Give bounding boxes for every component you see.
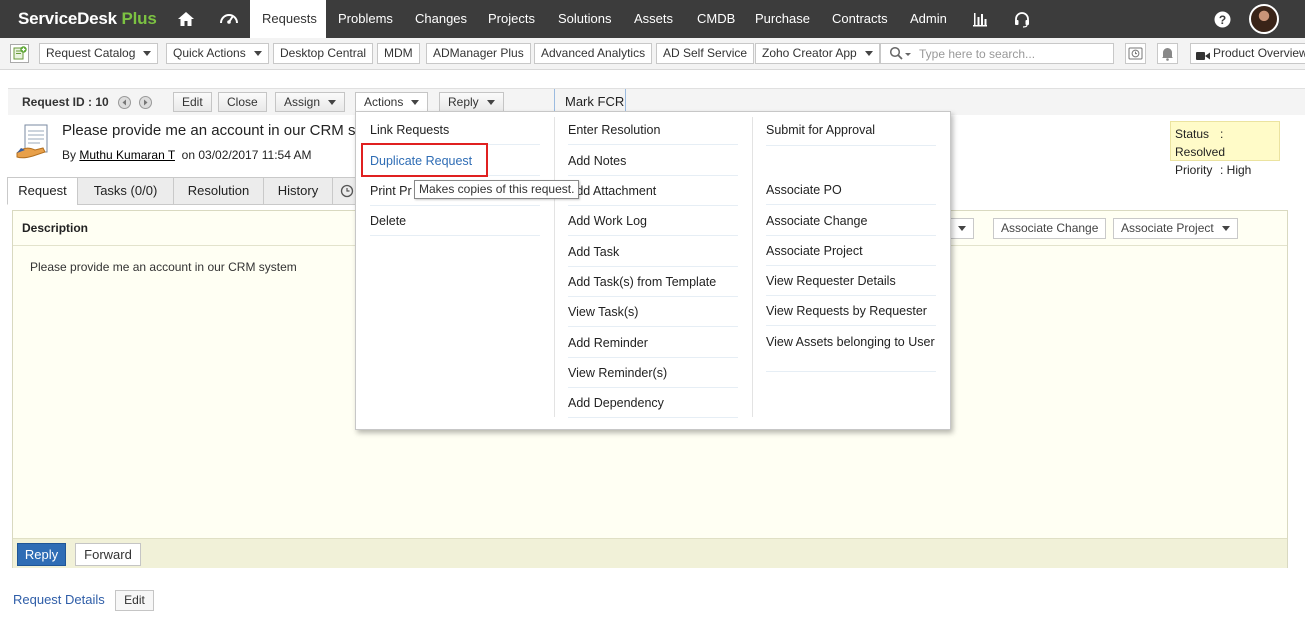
menu-view-tasks[interactable]: View Task(s) (568, 297, 738, 327)
menu-view-reminders[interactable]: View Reminder(s) (568, 358, 738, 388)
previous-request-icon[interactable] (118, 96, 131, 109)
menu-add-dependency[interactable]: Add Dependency (568, 388, 738, 418)
menu-enter-resolution[interactable]: Enter Resolution (568, 115, 738, 145)
menu-associate-project[interactable]: Associate Project (766, 236, 936, 266)
chevron-down-icon (958, 226, 966, 232)
desktop-central-link[interactable]: Desktop Central (273, 43, 374, 64)
mdm-link[interactable]: MDM (377, 43, 420, 64)
svg-text:?: ? (1218, 13, 1225, 27)
request-details-edit-button[interactable]: Edit (115, 590, 154, 611)
tab-resolution[interactable]: Resolution (173, 177, 264, 205)
assign-button[interactable]: Assign (275, 92, 346, 112)
nav-purchase[interactable]: Purchase (743, 0, 822, 38)
clock-icon (340, 184, 354, 198)
chevron-down-icon (253, 51, 262, 57)
menu-add-attachment[interactable]: Add Attachment (568, 176, 738, 206)
home-icon[interactable] (172, 0, 200, 38)
menu-add-notes[interactable]: Add Notes (568, 146, 738, 176)
next-request-icon[interactable] (139, 96, 152, 109)
zoho-creator-app-button[interactable]: Zoho Creator App (755, 43, 880, 64)
request-subject: Please provide me an account in our CRM … (62, 122, 363, 139)
chevron-down-icon (486, 100, 495, 106)
chevron-down-icon (864, 51, 873, 57)
search-box (880, 43, 1114, 64)
ad-self-service-link[interactable]: AD Self Service (656, 43, 755, 64)
admanager-plus-link[interactable]: ADManager Plus (426, 43, 531, 64)
menu-add-work-log[interactable]: Add Work Log (568, 206, 738, 236)
on-label: on (181, 148, 195, 162)
avatar[interactable] (1249, 4, 1279, 34)
chevron-down-icon (143, 51, 152, 57)
menu-associate-change[interactable]: Associate Change (766, 206, 936, 236)
menu-submit-for-approval[interactable]: Submit for Approval (766, 115, 936, 146)
nav-projects[interactable]: Projects (476, 0, 547, 38)
chevron-down-icon (411, 100, 420, 106)
product-overview-button[interactable]: Product Overview (1190, 43, 1305, 64)
brand-logo[interactable]: ServiceDesk Plus (18, 9, 157, 29)
menu-add-reminder[interactable]: Add Reminder (568, 328, 738, 358)
tab-request[interactable]: Request (7, 177, 78, 205)
request-details-link[interactable]: Request Details (13, 592, 105, 607)
menu-add-tasks-from-template[interactable]: Add Task(s) from Template (568, 267, 738, 297)
menu-link-requests[interactable]: Link Requests (370, 115, 540, 145)
request-catalog-button[interactable]: Request Catalog (39, 43, 159, 64)
quick-actions-button[interactable]: Quick Actions (166, 43, 269, 64)
top-navigation: ServiceDesk Plus Requests Problems Chang… (0, 0, 1305, 38)
reply-dropdown-button[interactable]: Reply (439, 92, 504, 112)
menu-delete[interactable]: Delete (370, 206, 540, 236)
status-label: Status (1175, 127, 1210, 141)
status-priority-box: Status: Resolved Priority: High (1170, 121, 1280, 177)
close-request-button[interactable]: Close (218, 92, 267, 112)
request-id-label: Request ID : 10 (22, 95, 109, 109)
menu-view-requester-details[interactable]: View Requester Details (766, 266, 936, 296)
nav-problems[interactable]: Problems (326, 0, 405, 38)
description-text: Please provide me an account in our CRM … (30, 260, 297, 274)
history-icon[interactable] (1125, 43, 1146, 64)
request-document-icon (15, 123, 53, 164)
request-date: 03/02/2017 11:54 AM (198, 148, 312, 162)
new-request-icon[interactable] (10, 44, 29, 63)
menu-view-requests-by-requester[interactable]: View Requests by Requester (766, 296, 936, 326)
nav-cmdb[interactable]: CMDB (685, 0, 747, 38)
dashboard-icon[interactable] (214, 0, 244, 38)
panel-footer: Reply Forward (13, 538, 1287, 568)
nav-assets[interactable]: Assets (622, 0, 685, 38)
priority-value: : High (1220, 163, 1252, 177)
reports-icon[interactable] (968, 0, 992, 38)
reply-button[interactable]: Reply (17, 543, 66, 566)
video-icon (1196, 48, 1210, 67)
chevron-down-icon (328, 100, 337, 106)
tab-history[interactable]: History (263, 177, 333, 205)
forward-button[interactable]: Forward (75, 543, 141, 566)
associate-change-button[interactable]: Associate Change (993, 218, 1107, 239)
search-icon[interactable] (889, 46, 913, 65)
secondary-toolbar: Request Catalog Quick Actions Desktop Ce… (0, 38, 1305, 70)
nav-changes[interactable]: Changes (403, 0, 479, 38)
nav-contracts[interactable]: Contracts (820, 0, 900, 38)
request-byline: By Muthu Kumaran T on 03/02/2017 11:54 A… (62, 148, 312, 162)
help-icon[interactable]: ? (1212, 0, 1232, 38)
menu-add-task[interactable]: Add Task (568, 237, 738, 267)
edit-button[interactable]: Edit (173, 92, 212, 112)
menu-view-assets-belonging-to-user[interactable]: View Assets belonging to User (766, 327, 936, 372)
search-input[interactable] (919, 45, 1109, 62)
nav-admin[interactable]: Admin (898, 0, 959, 38)
menu-divider (554, 117, 555, 417)
tooltip: Makes copies of this request. (414, 180, 580, 199)
associate-project-button[interactable]: Associate Project (1113, 218, 1238, 239)
by-label: By (62, 148, 77, 162)
priority-label: Priority (1175, 163, 1213, 177)
description-label: Description (22, 221, 89, 235)
headset-icon[interactable] (1010, 0, 1034, 38)
menu-divider (752, 117, 753, 417)
advanced-analytics-link[interactable]: Advanced Analytics (534, 43, 653, 64)
tab-tasks[interactable]: Tasks (0/0) (77, 177, 174, 205)
nav-solutions[interactable]: Solutions (546, 0, 623, 38)
bell-icon[interactable] (1157, 43, 1178, 64)
duplicate-request-highlight (361, 143, 488, 177)
menu-associate-po[interactable]: Associate PO (766, 175, 936, 205)
requester-link[interactable]: Muthu Kumaran T (79, 148, 175, 162)
nav-requests[interactable]: Requests (250, 0, 326, 38)
chevron-down-icon (1221, 226, 1230, 232)
